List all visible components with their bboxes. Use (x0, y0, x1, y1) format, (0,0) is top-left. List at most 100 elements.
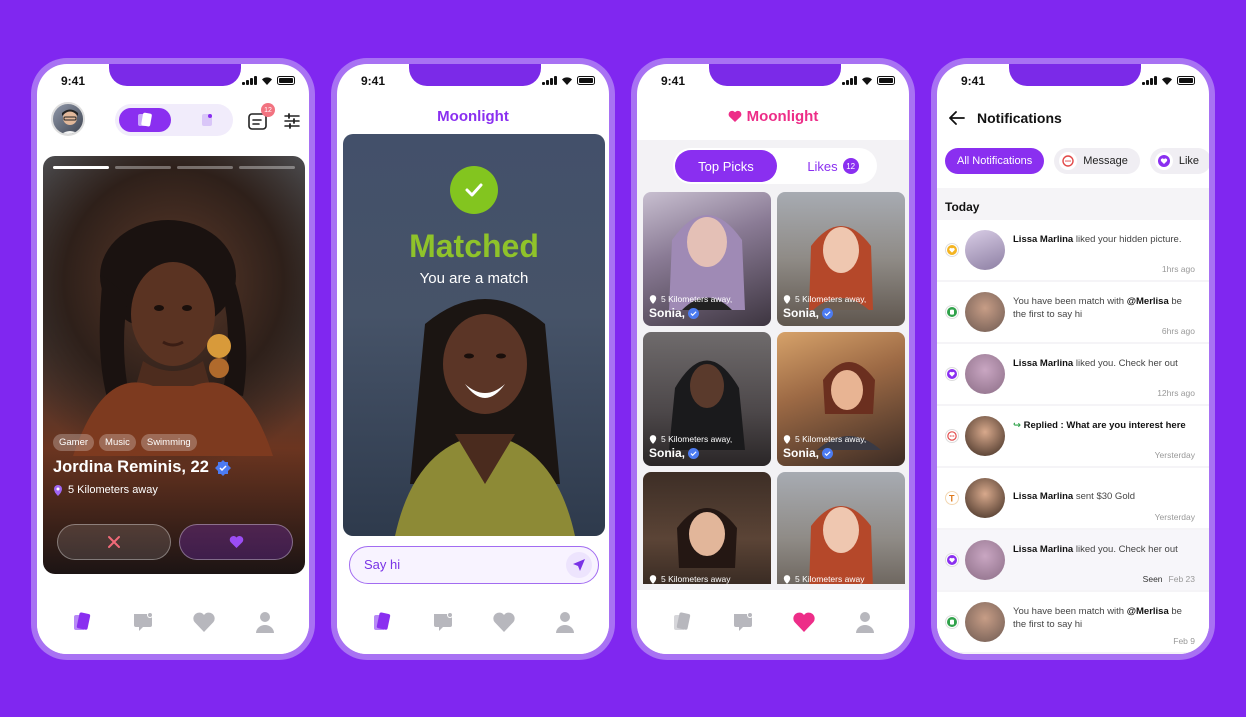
notification-item[interactable]: Lissa Marlina liked you. Check her out 1… (937, 344, 1209, 404)
heart-icon (192, 612, 215, 632)
profile-tile[interactable]: 5 Kilometers away (643, 472, 771, 584)
page-title: Notifications (977, 110, 1062, 126)
match-check-icon (450, 166, 498, 214)
verified-icon (688, 447, 700, 459)
notification-name: @Merlisa (1126, 296, 1169, 307)
tile-name: Sonia, (649, 306, 686, 320)
nav-profile[interactable] (552, 609, 578, 635)
like-button[interactable] (179, 524, 293, 560)
like-icon (1154, 152, 1173, 170)
user-avatar[interactable] (51, 102, 85, 136)
battery-icon (577, 76, 595, 85)
tab-likes[interactable]: Likes 12 (791, 150, 875, 182)
nav-chat[interactable] (730, 609, 756, 635)
filter-chips: All Notifications Message Like (945, 148, 1209, 174)
profile-tile[interactable]: 5 Kilometers away, Sonia, (643, 332, 771, 466)
chip-like-label: Like (1178, 155, 1200, 167)
app-title: Moonlight (637, 108, 909, 125)
tile-distance-row: 5 Kilometers away, (783, 294, 866, 304)
cards-icon (138, 112, 152, 127)
phone-notifications: 9:41 Notifications All Notifications Mes… (931, 58, 1215, 660)
tile-distance: 5 Kilometers away (795, 574, 865, 584)
notification-item[interactable]: Lissa Marlina liked your hidden picture.… (937, 220, 1209, 280)
section-today: Today (945, 200, 980, 214)
send-button[interactable] (566, 552, 592, 578)
say-hi-input[interactable] (364, 557, 554, 572)
tile-distance-row: 5 Kilometers away (783, 574, 864, 584)
profile-card[interactable]: Gamer Music Swimming Jordina Reminis, 22… (43, 156, 305, 574)
cards-mode-button[interactable] (119, 108, 171, 132)
bottom-nav (337, 590, 609, 654)
filter-button[interactable] (283, 112, 301, 130)
profile-tile[interactable]: 5 Kilometers away, Sonia, (777, 332, 905, 466)
chip-all-notifications[interactable]: All Notifications (945, 148, 1045, 174)
user-icon (555, 612, 574, 633)
chip-message[interactable]: Message (1054, 148, 1140, 174)
like-icon (945, 553, 959, 567)
nav-likes[interactable] (791, 609, 817, 635)
cards-icon (73, 612, 90, 630)
profile-distance: 5 Kilometers away (68, 484, 158, 496)
chat-bubble-icon (733, 612, 753, 631)
tab-top-picks[interactable]: Top Picks (675, 150, 777, 182)
send-icon (573, 559, 585, 571)
interest-tag: Gamer (53, 434, 95, 451)
nav-chat[interactable] (430, 609, 456, 635)
notification-item[interactable]: You have been match with @Merlisa be the… (937, 592, 1209, 652)
seen-status: Seen (1142, 574, 1163, 584)
nav-likes[interactable] (491, 609, 517, 635)
nav-likes[interactable] (191, 609, 217, 635)
tile-distance: 5 Kilometers away, (661, 434, 733, 444)
app-name: Moonlight (437, 108, 509, 125)
profile-name: Jordina Reminis, 22 (53, 458, 209, 476)
profile-tile[interactable]: 5 Kilometers away (777, 472, 905, 584)
app-title: Moonlight (337, 108, 609, 125)
chip-like[interactable]: Like (1149, 148, 1209, 174)
phone-match: 9:41 Moonlight Matched You are a match (331, 58, 615, 660)
battery-icon (1177, 76, 1195, 85)
signal-icon (1142, 76, 1157, 85)
chat-bubble-icon (133, 612, 153, 631)
likes-count-badge: 12 (842, 158, 859, 174)
chat-badge: 12 (261, 103, 275, 117)
nav-chat[interactable] (130, 609, 156, 635)
tile-name-row: Sonia, (649, 306, 700, 320)
nav-profile[interactable] (852, 609, 878, 635)
dislike-button[interactable] (57, 524, 171, 560)
tile-distance: 5 Kilometers away, (795, 294, 867, 304)
notification-item[interactable]: You have been match with @Merlisa be the… (937, 282, 1209, 342)
nav-cards[interactable] (369, 609, 395, 635)
sliders-icon (284, 113, 300, 129)
chip-message-label: Message (1083, 155, 1128, 167)
notification-name: Lissa Marlina (1013, 358, 1074, 369)
location-icon (649, 434, 657, 444)
profile-tile[interactable]: 5 Kilometers away, Sonia, (777, 192, 905, 326)
avatar (965, 230, 1005, 270)
list-mode-button[interactable] (185, 108, 229, 132)
status-time: 9:41 (961, 74, 986, 88)
nav-profile[interactable] (252, 609, 278, 635)
notification-item[interactable]: Lissa Marlina liked you. Check her out S… (937, 530, 1209, 590)
verified-icon (822, 307, 834, 319)
profile-tile[interactable]: 5 Kilometers away, Sonia, (643, 192, 771, 326)
chat-button[interactable]: 12 (247, 103, 275, 132)
nav-cards[interactable] (669, 609, 695, 635)
close-icon (108, 536, 120, 548)
tile-distance-row: 5 Kilometers away, (649, 294, 732, 304)
back-arrow-icon[interactable] (949, 111, 965, 125)
profile-photo (73, 220, 273, 456)
status-time: 9:41 (361, 74, 386, 88)
nav-cards[interactable] (69, 609, 95, 635)
notch (709, 64, 841, 86)
notification-time: 6hrs ago (1161, 326, 1195, 336)
verified-icon (688, 307, 700, 319)
notification-item[interactable]: ↪ Replied : What are you interest here Y… (937, 406, 1209, 466)
notification-item[interactable]: T Lissa Marlina sent $30 Gold Yersterday (937, 468, 1209, 528)
notification-text: Lissa Marlina sent $30 Gold (1013, 491, 1135, 502)
tile-distance: 5 Kilometers away, (795, 434, 867, 444)
screen: 9:41 Moonlight Top Picks Likes 12 5 Kilo… (637, 64, 909, 654)
bottom-nav (637, 590, 909, 654)
avatar (965, 292, 1005, 332)
mode-toggle[interactable] (115, 104, 233, 136)
notification-time: Yersterday (1154, 512, 1195, 522)
